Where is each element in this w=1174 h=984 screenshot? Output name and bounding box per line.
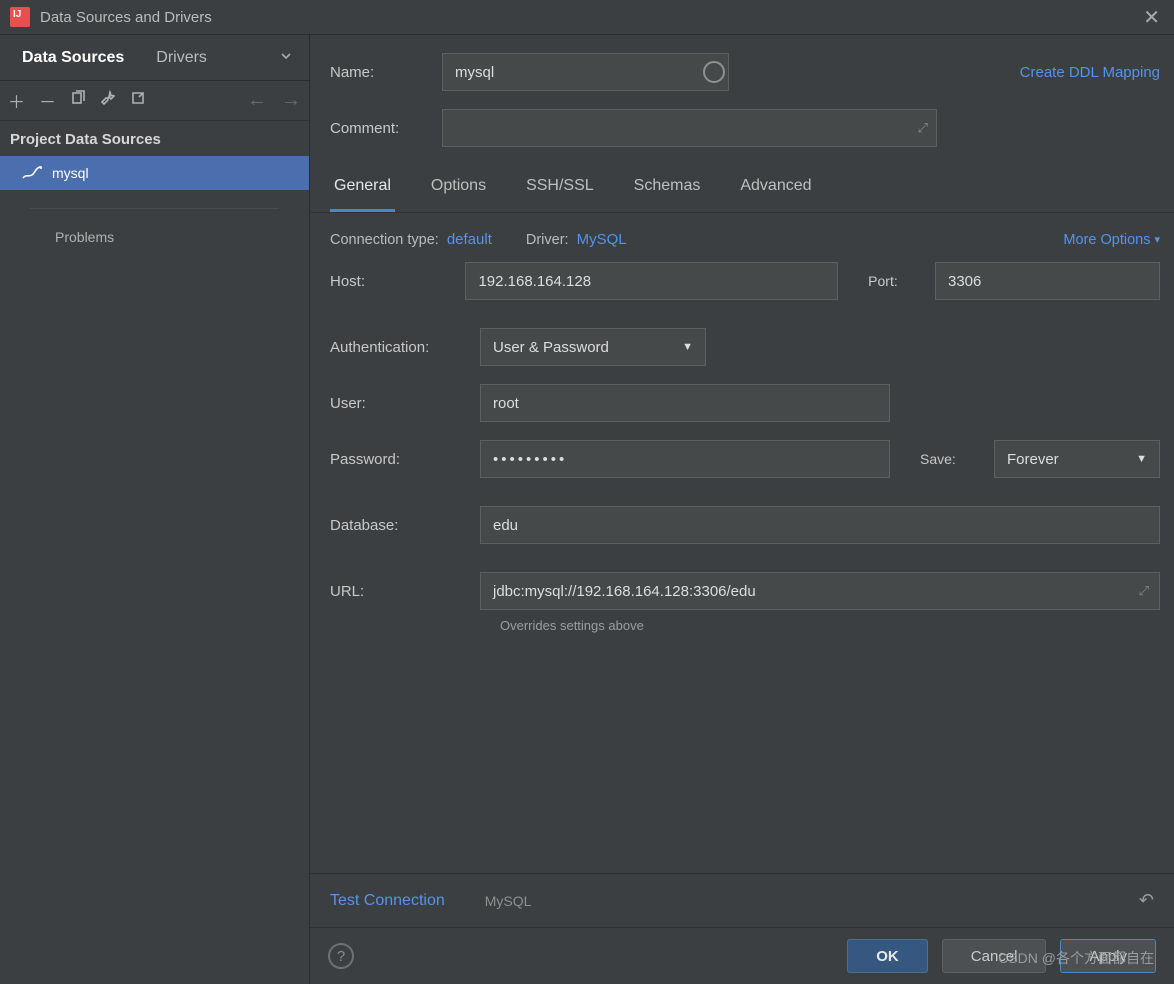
copy-icon[interactable] — [70, 90, 86, 111]
tab-advanced[interactable]: Advanced — [736, 165, 815, 212]
chevron-down-icon: ▼ — [1136, 453, 1147, 465]
tab-options[interactable]: Options — [427, 165, 490, 212]
close-icon[interactable]: ✕ — [1139, 5, 1164, 30]
save-label: Save: — [920, 451, 994, 467]
section-project-data-sources: Project Data Sources — [0, 121, 309, 156]
test-connection-link[interactable]: Test Connection — [330, 892, 445, 910]
back-icon[interactable]: ← — [247, 89, 267, 112]
port-input[interactable] — [935, 262, 1160, 300]
cancel-button[interactable]: Cancel — [942, 939, 1047, 973]
sidebar: Data Sources Drivers ＋ － ← — [0, 35, 310, 984]
connection-type-value[interactable]: default — [447, 231, 492, 248]
tab-drivers[interactable]: Drivers — [140, 39, 223, 77]
host-label: Host: — [330, 273, 465, 290]
save-value: Forever — [1007, 451, 1059, 468]
help-icon[interactable]: ? — [328, 943, 354, 969]
sidebar-toolbar: ＋ － ← → — [0, 81, 309, 121]
comment-label: Comment: — [330, 120, 430, 137]
forward-icon[interactable]: → — [281, 89, 301, 112]
database-icon — [22, 166, 42, 180]
chevron-down-icon[interactable] — [269, 41, 303, 74]
url-label: URL: — [330, 583, 480, 600]
divider — [30, 208, 279, 209]
create-ddl-link[interactable]: Create DDL Mapping — [1020, 64, 1160, 81]
host-input[interactable] — [465, 262, 838, 300]
add-icon[interactable]: ＋ — [8, 88, 25, 113]
authentication-label: Authentication: — [330, 339, 480, 356]
main-panel: Name: Create DDL Mapping Comment: ⤢ Gene… — [310, 35, 1174, 984]
password-label: Password: — [330, 451, 480, 468]
export-icon[interactable] — [130, 90, 146, 111]
tab-general[interactable]: General — [330, 165, 395, 212]
expand-icon[interactable]: ⤢ — [918, 120, 928, 136]
driver-link[interactable]: MySQL — [577, 231, 627, 248]
tab-data-sources[interactable]: Data Sources — [6, 39, 140, 77]
ok-button[interactable]: OK — [847, 939, 928, 973]
authentication-select[interactable]: User & Password ▼ — [480, 328, 706, 366]
name-label: Name: — [330, 64, 430, 81]
remove-icon[interactable]: － — [39, 88, 56, 113]
port-label: Port: — [868, 273, 935, 289]
more-options-link[interactable]: More Options ▾ — [1063, 232, 1160, 248]
expand-icon[interactable]: ⤢ — [1139, 583, 1149, 599]
database-input[interactable] — [480, 506, 1160, 544]
tab-schemas[interactable]: Schemas — [630, 165, 705, 212]
apply-button[interactable]: Apply — [1060, 939, 1156, 973]
comment-input[interactable]: ⤢ — [442, 109, 937, 147]
url-value: jdbc:mysql://192.168.164.128:3306/edu — [493, 583, 756, 600]
sidebar-item-label: mysql — [52, 165, 89, 181]
titlebar: Data Sources and Drivers ✕ — [0, 0, 1174, 34]
connection-type-label: Connection type: — [330, 232, 439, 248]
chevron-down-icon: ▼ — [682, 341, 693, 353]
driver-name-label: MySQL — [485, 893, 532, 909]
detail-tabs: General Options SSH/SSL Schemas Advanced — [310, 165, 1174, 213]
database-label: Database: — [330, 517, 480, 534]
tab-ssh-ssl[interactable]: SSH/SSL — [522, 165, 598, 212]
user-label: User: — [330, 395, 480, 412]
save-select[interactable]: Forever ▼ — [994, 440, 1160, 478]
url-hint: Overrides settings above — [480, 618, 1160, 633]
driver-label: Driver: — [526, 232, 569, 248]
sidebar-item-mysql[interactable]: mysql — [0, 156, 309, 190]
sidebar-item-problems[interactable]: Problems — [0, 215, 309, 259]
chevron-down-icon: ▾ — [1154, 233, 1160, 246]
user-input[interactable] — [480, 384, 890, 422]
url-input[interactable]: jdbc:mysql://192.168.164.128:3306/edu ⤢ — [480, 572, 1160, 610]
password-input[interactable] — [480, 440, 890, 478]
undo-icon[interactable]: ↶ — [1139, 890, 1154, 911]
wrench-icon[interactable] — [100, 90, 116, 111]
app-logo-icon — [10, 7, 30, 27]
color-ring-icon[interactable] — [703, 61, 725, 83]
window-title: Data Sources and Drivers — [40, 9, 1139, 26]
authentication-value: User & Password — [493, 339, 609, 356]
name-input[interactable] — [442, 53, 729, 91]
